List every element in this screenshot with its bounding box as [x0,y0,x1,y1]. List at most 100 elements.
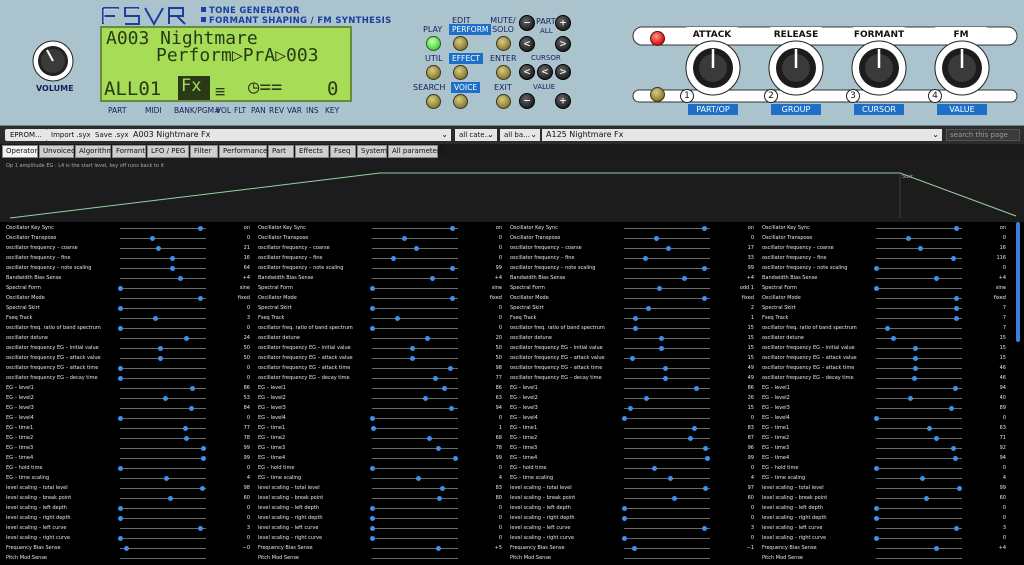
param-slider-track[interactable] [624,558,710,559]
param-slider-track[interactable] [624,478,710,479]
param-slider-track[interactable] [876,538,962,539]
param-slider-track[interactable] [120,268,206,269]
param-slider-track[interactable] [120,468,206,469]
tab-all-parameters[interactable]: All parameters [388,145,444,158]
search-input[interactable]: search this page [946,129,1020,141]
param-slider-thumb[interactable] [911,376,917,381]
param-slider-thumb[interactable] [632,316,638,321]
param-slider-thumb[interactable] [953,306,959,311]
param-slider-track[interactable] [372,558,458,559]
enter-button[interactable] [496,65,511,80]
param-slider-thumb[interactable] [183,336,189,341]
param-slider-thumb[interactable] [123,546,129,551]
param-slider-track[interactable] [624,238,710,239]
param-slider-thumb[interactable] [917,246,923,251]
param-slider-thumb[interactable] [118,516,123,521]
param-slider-thumb[interactable] [665,246,671,251]
tab-unvoiced[interactable]: Unvoiced [39,145,76,158]
param-slider-thumb[interactable] [118,506,123,511]
param-slider-thumb[interactable] [703,486,709,491]
param-slider-thumb[interactable] [448,366,454,371]
param-slider-track[interactable] [372,428,458,429]
param-slider-track[interactable] [372,508,458,509]
param-slider-track[interactable] [120,278,206,279]
param-slider-thumb[interactable] [430,276,436,281]
param-slider-track[interactable] [372,538,458,539]
param-slider-thumb[interactable] [118,376,123,381]
param-slider-track[interactable] [120,248,206,249]
param-slider-track[interactable] [120,508,206,509]
param-slider-track[interactable] [120,548,206,549]
param-slider-track[interactable] [372,268,458,269]
param-slider-thumb[interactable] [370,286,375,291]
param-slider-track[interactable] [120,488,206,489]
param-slider-track[interactable] [372,328,458,329]
voice-button[interactable] [453,94,468,109]
param-slider-thumb[interactable] [630,356,636,361]
bank-select[interactable]: all ba... ⌄ [500,129,540,141]
param-slider-thumb[interactable] [449,266,455,271]
param-slider-track[interactable] [372,258,458,259]
param-slider-thumb[interactable] [682,276,688,281]
param-slider-thumb[interactable] [370,416,375,421]
param-slider-thumb[interactable] [401,236,407,241]
param-slider-track[interactable] [876,308,962,309]
param-slider-thumb[interactable] [907,396,913,401]
param-slider-thumb[interactable] [424,336,430,341]
param-slider-track[interactable] [624,448,710,449]
param-slider-thumb[interactable] [370,326,375,331]
param-slider-thumb[interactable] [951,446,957,451]
param-slider-track[interactable] [876,398,962,399]
param-slider-track[interactable] [876,468,962,469]
cursor-down-button[interactable]: < [537,64,553,80]
param-slider-track[interactable] [624,418,710,419]
param-slider-thumb[interactable] [663,366,669,371]
param-slider-thumb[interactable] [370,426,376,431]
tab-lfo-peg[interactable]: LFO / PEG [147,145,189,158]
param-slider-track[interactable] [120,338,206,339]
param-slider-track[interactable] [624,278,710,279]
param-slider-thumb[interactable] [632,546,638,551]
part-plus-button[interactable]: + [555,15,571,31]
param-slider-track[interactable] [624,468,710,469]
param-slider-track[interactable] [120,258,206,259]
param-slider-track[interactable] [372,498,458,499]
param-slider-thumb[interactable] [427,436,433,441]
param-slider-track[interactable] [120,318,206,319]
param-slider-thumb[interactable] [370,536,375,541]
param-slider-track[interactable] [624,358,710,359]
param-slider-thumb[interactable] [453,456,459,461]
param-slider-thumb[interactable] [874,466,879,471]
param-slider-thumb[interactable] [197,296,203,301]
param-slider-track[interactable] [372,298,458,299]
param-slider-track[interactable] [624,458,710,459]
param-slider-track[interactable] [372,338,458,339]
param-slider-thumb[interactable] [652,466,658,471]
param-slider-thumb[interactable] [413,246,419,251]
param-slider-thumb[interactable] [694,386,700,391]
param-slider-track[interactable] [624,398,710,399]
param-slider-thumb[interactable] [951,256,957,261]
release-knob[interactable] [768,40,824,96]
param-slider-thumb[interactable] [442,386,448,391]
param-slider-track[interactable] [120,238,206,239]
param-slider-track[interactable] [876,268,962,269]
param-slider-thumb[interactable] [448,406,454,411]
param-slider-thumb[interactable] [416,476,422,481]
preset-select[interactable]: A125 Nightmare Fx ⌄ [542,129,942,141]
param-slider-track[interactable] [624,408,710,409]
param-slider-thumb[interactable] [948,406,954,411]
param-slider-track[interactable] [624,228,710,229]
param-slider-thumb[interactable] [701,266,707,271]
param-slider-track[interactable] [372,408,458,409]
param-slider-thumb[interactable] [170,266,176,271]
param-slider-track[interactable] [120,458,206,459]
param-slider-thumb[interactable] [701,226,707,231]
param-slider-track[interactable] [876,348,962,349]
param-slider-track[interactable] [876,418,962,419]
param-slider-thumb[interactable] [118,286,123,291]
tab-system[interactable]: System [357,145,387,158]
param-slider-thumb[interactable] [422,396,428,401]
param-slider-thumb[interactable] [449,296,455,301]
param-slider-track[interactable] [120,558,206,559]
